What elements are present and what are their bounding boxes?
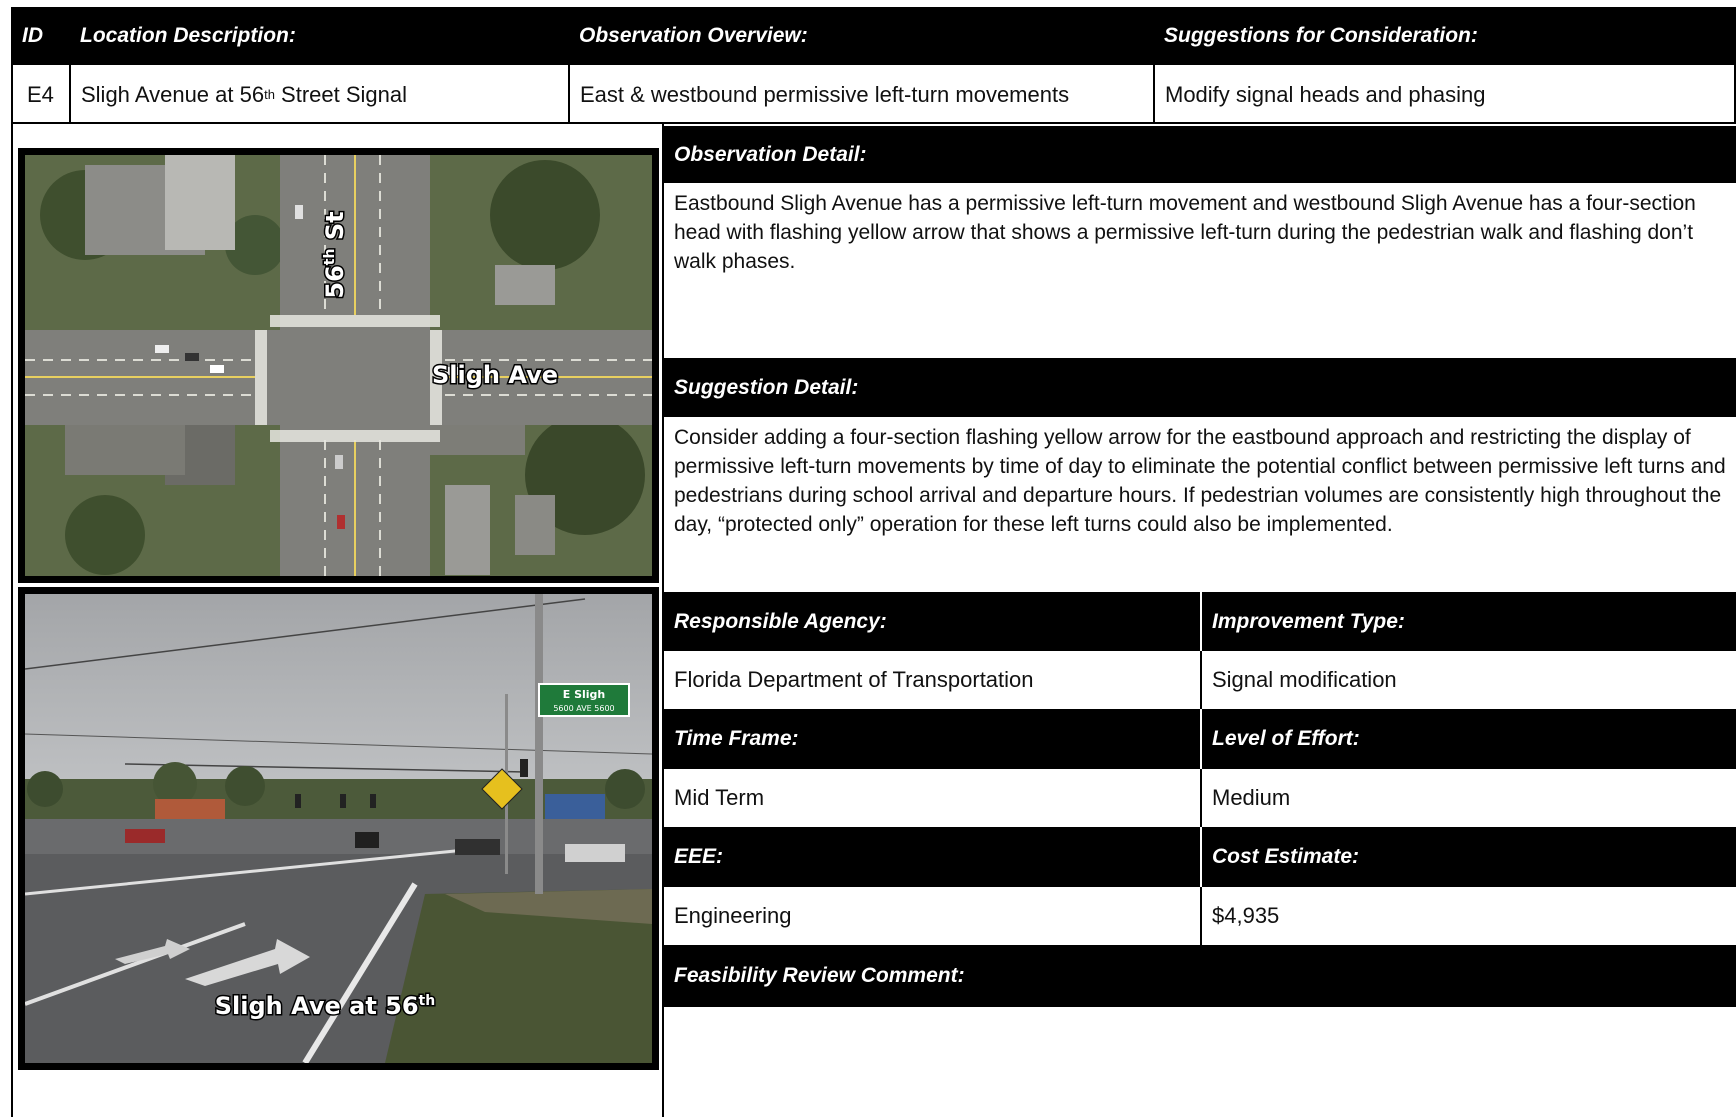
cost-header: Cost Estimate: xyxy=(1202,827,1736,887)
feasibility-comment-area xyxy=(664,1007,1736,1117)
row-observation: East & westbound permissive left-turn mo… xyxy=(580,82,1070,107)
divider xyxy=(1200,769,1202,827)
street-photo: E Sligh 5600 AVE 5600 Sligh Ave at 56th xyxy=(18,587,659,1070)
header-id: ID xyxy=(22,24,43,47)
street-photo-caption: Sligh Ave at 56th xyxy=(215,992,435,1020)
header-suggestions: Suggestions for Consideration: xyxy=(1164,24,1478,47)
eee-value: Engineering xyxy=(664,887,1200,945)
left-border xyxy=(11,124,13,1117)
divider xyxy=(1200,887,1202,945)
effort-header: Level of Effort: xyxy=(1202,709,1736,769)
header-observation: Observation Overview: xyxy=(579,24,808,47)
header-location: Location Description: xyxy=(80,24,296,47)
aerial-photo: 56th St Sligh Ave xyxy=(18,148,659,583)
improvement-value: Signal modification xyxy=(1202,651,1736,709)
improvement-header: Improvement Type: xyxy=(1202,592,1736,651)
effort-value: Medium xyxy=(1202,769,1736,827)
street-view-image: E Sligh 5600 AVE 5600 Sligh Ave at 56th xyxy=(25,594,652,1063)
observation-detail-text: Eastbound Sligh Avenue has a permissive … xyxy=(674,192,1696,273)
suggestion-detail-text: Consider adding a four-section flashing … xyxy=(674,426,1726,536)
cost-value: $4,935 xyxy=(1202,887,1736,945)
row-id: E4 xyxy=(27,82,54,107)
observation-detail-header: Observation Detail: xyxy=(664,126,1736,183)
agency-value: Florida Department of Transportation xyxy=(664,651,1200,709)
street-sign-name: E Sligh xyxy=(563,688,606,701)
aerial-map-image: 56th St Sligh Ave xyxy=(25,155,652,576)
aerial-avenue-label: Sligh Ave xyxy=(432,361,558,389)
row-location-text: Sligh Avenue at 56 xyxy=(81,82,265,107)
suggestion-detail-header: Suggestion Detail: xyxy=(664,358,1736,417)
row-location-text-end: Street Signal xyxy=(274,82,408,107)
row-location: Sligh Avenue at 56th Street Signal xyxy=(81,82,408,107)
row-suggestion: Modify signal heads and phasing xyxy=(1165,82,1486,107)
eee-header: EEE: xyxy=(664,827,1200,887)
feasibility-header: Feasibility Review Comment: xyxy=(664,945,1736,1007)
timeframe-header: Time Frame: xyxy=(664,709,1200,769)
timeframe-value: Mid Term xyxy=(664,769,1200,827)
street-sign-numbers: 5600 AVE 5600 xyxy=(553,704,614,713)
agency-header: Responsible Agency: xyxy=(664,592,1200,651)
divider xyxy=(1200,651,1202,709)
